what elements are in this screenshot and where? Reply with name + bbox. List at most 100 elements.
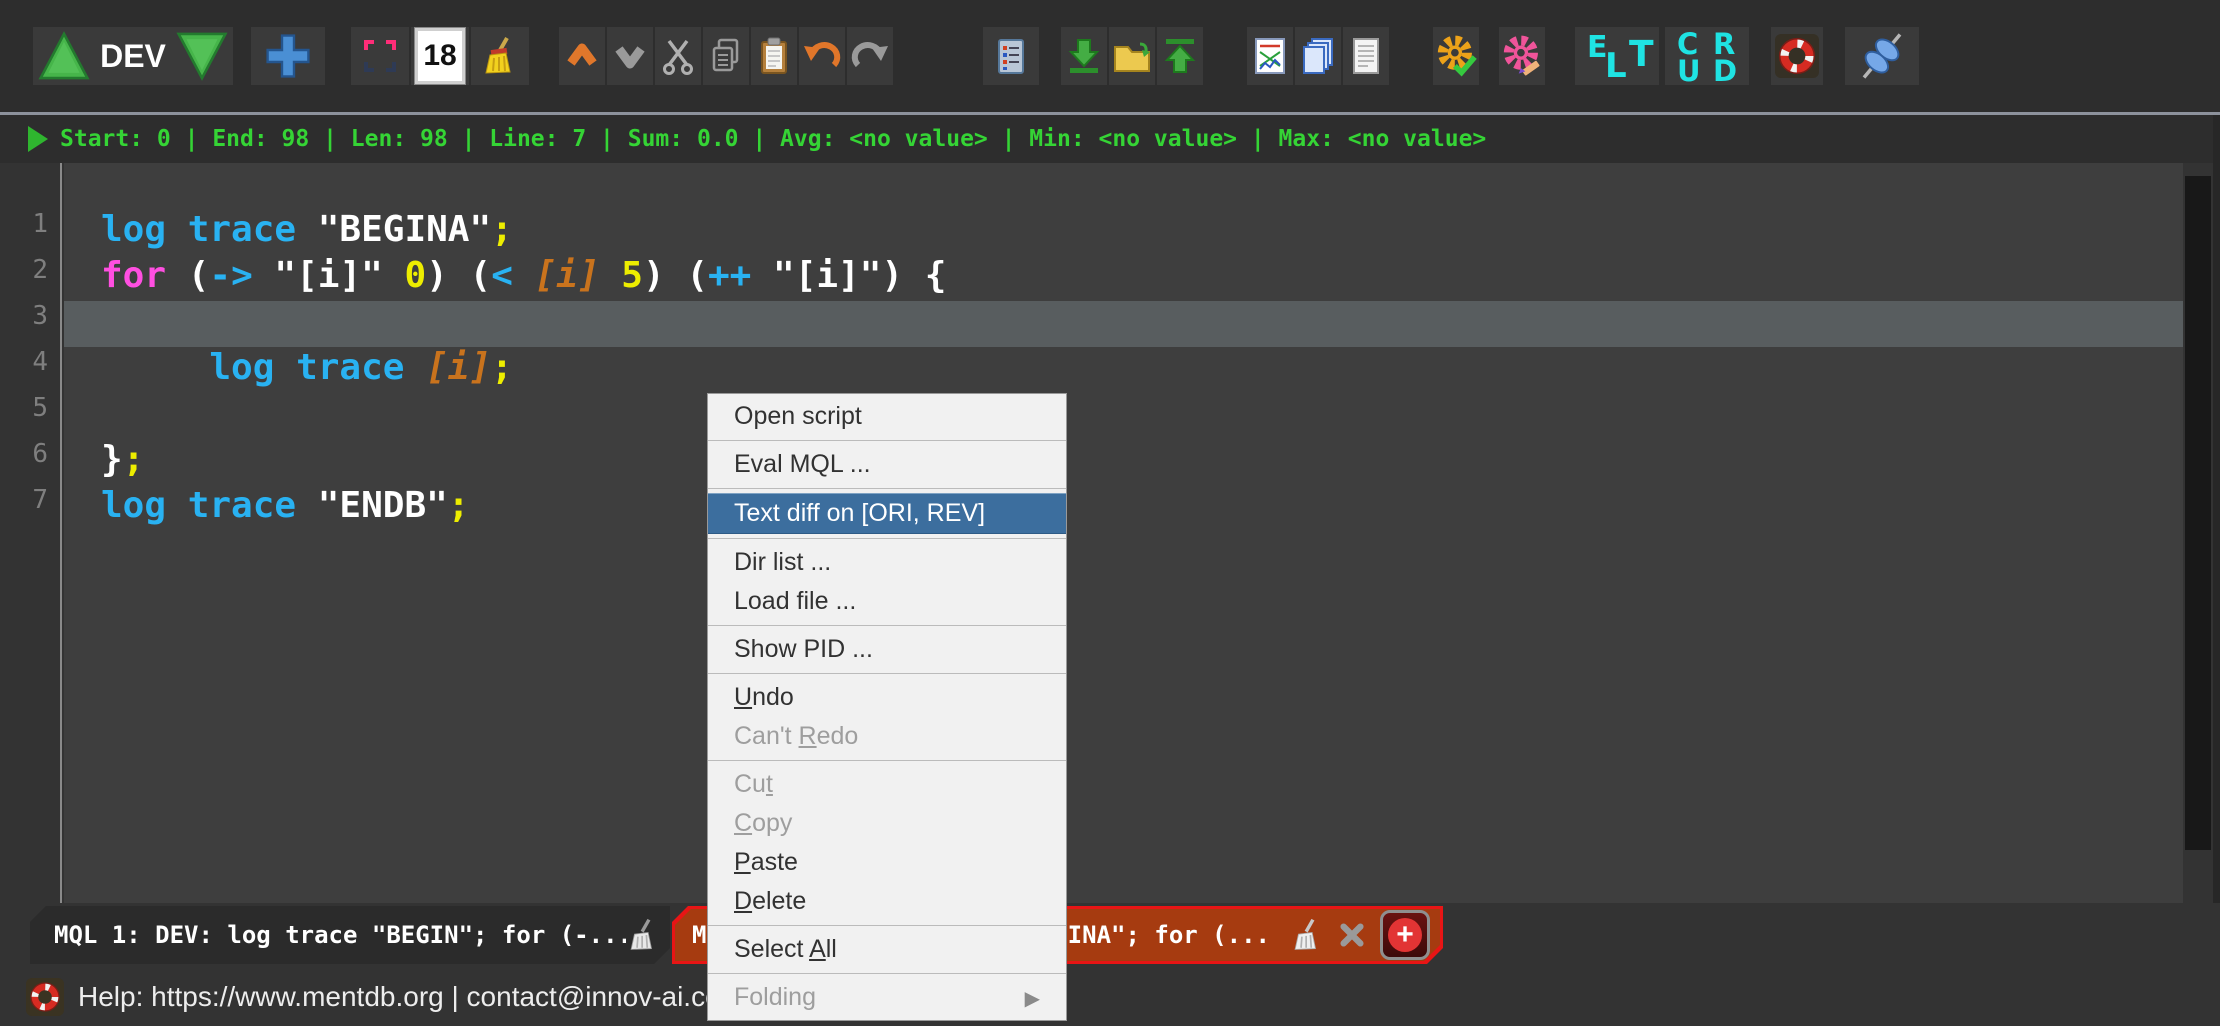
code-line[interactable]: log trace "BEGINA"; [64, 209, 2183, 255]
menu-item-cut: Cut [734, 770, 773, 798]
task-list-button[interactable] [983, 27, 1039, 85]
close-icon[interactable] [1338, 921, 1366, 949]
run-env-group: DEV [33, 27, 233, 85]
environment-label: DEV [100, 37, 166, 74]
document-button[interactable] [1343, 27, 1389, 85]
undo-button[interactable] [799, 27, 845, 85]
crud-button[interactable]: C R U D [1665, 27, 1749, 88]
code-editor[interactable]: 1 2 3 4 5 6 7 log trace "BEGINA"; for (-> "[i]"… [0, 163, 2213, 903]
elt-letter-l: L [1605, 46, 1627, 86]
menu-item-dir-list[interactable]: Dir list ... [708, 543, 1066, 582]
broom-icon[interactable] [626, 918, 660, 952]
menu-separator [708, 538, 1066, 539]
code-line[interactable]: for (-> "[i]" 0) (< [i] 5) (++ "[i]") { [64, 255, 2183, 301]
line-number: 1 [32, 209, 48, 239]
code-line-current[interactable] [64, 301, 2183, 347]
clean-button[interactable] [471, 27, 529, 85]
blue-pages-icon [1298, 36, 1338, 76]
broom-icon [480, 36, 520, 76]
font-size-control[interactable]: 18 [411, 27, 469, 85]
line-number: 5 [32, 393, 48, 423]
code-line[interactable] [64, 393, 2183, 439]
open-folder-button[interactable] [1109, 27, 1155, 85]
menu-item-eval-mql[interactable]: Eval MQL ... [708, 445, 1066, 484]
mentdb-editor-window: DEV 18 E L T C R U D Start: 0 | End: 98 … [0, 0, 2220, 1026]
chevron-down-icon [610, 36, 650, 76]
export-button[interactable] [1157, 27, 1203, 85]
copy-icon [706, 36, 746, 76]
folder-icon [1112, 36, 1152, 76]
crud-letter-d: D [1713, 54, 1738, 88]
green-down-arrow-icon [1064, 36, 1104, 76]
nav-down-button[interactable] [607, 27, 653, 85]
elt-letter-t: T [1629, 34, 1654, 75]
elt-button[interactable]: E L T [1575, 27, 1659, 85]
code-line[interactable]: log trace [i]; [64, 347, 2183, 393]
plus-icon [264, 32, 312, 80]
help-text: Help: https://www.mentdb.org | contact@i… [78, 980, 744, 1012]
menu-item-text-diff-on-ori-rev[interactable]: Text diff on [ORI, REV] [708, 493, 1066, 534]
line-number-gutter: 1 2 3 4 5 6 7 [0, 163, 62, 903]
help-button[interactable] [1771, 27, 1823, 85]
lifebuoy-icon [26, 977, 64, 1016]
toolbar: DEV 18 E L T C R U D [0, 0, 2220, 112]
menu-separator [708, 973, 1066, 974]
chevron-up-icon [562, 36, 602, 76]
import-button[interactable] [1061, 27, 1107, 85]
chart-button[interactable] [1247, 27, 1293, 85]
run-down-button[interactable] [176, 30, 228, 82]
crud-letter-u: U [1677, 54, 1701, 88]
pages-button[interactable] [1295, 27, 1341, 85]
nav-up-button[interactable] [559, 27, 605, 85]
add-tab-button[interactable]: + [1380, 910, 1430, 960]
code-line[interactable]: log trace "ENDB"; [64, 485, 2183, 531]
menu-item-copy: Copy [734, 809, 793, 837]
menu-item-open-script[interactable]: Open script [708, 397, 1066, 436]
font-size-value[interactable]: 18 [414, 27, 466, 85]
line-number: 4 [32, 347, 48, 377]
new-editor-button[interactable] [251, 27, 325, 85]
menu-item-load-file[interactable]: Load file ... [708, 582, 1066, 621]
copy-button[interactable] [703, 27, 749, 85]
chart-page-icon [1250, 36, 1290, 76]
run-up-button[interactable] [38, 30, 90, 82]
help-bar: Help: https://www.mentdb.org | contact@i… [0, 967, 2220, 1026]
menu-separator [708, 488, 1066, 489]
connector-button[interactable] [1845, 27, 1919, 85]
code-area[interactable]: log trace "BEGINA"; for (-> "[i]" 0) (< [… [64, 163, 2183, 903]
scissors-icon [658, 36, 698, 76]
redo-button[interactable] [847, 27, 893, 85]
cut-button[interactable] [655, 27, 701, 85]
broom-icon[interactable] [1290, 918, 1324, 952]
menu-item-paste[interactable]: Paste [708, 843, 1066, 882]
submenu-arrow-icon: ▶ [1024, 985, 1040, 1010]
menu-item-delete[interactable]: Delete [708, 882, 1066, 921]
line-number: 2 [32, 255, 48, 285]
green-up-arrow-icon [1160, 36, 1200, 76]
tab-label: MQL 1: DEV: log trace "BEGIN"; for (-... [54, 921, 626, 949]
settings-edit-button[interactable] [1499, 27, 1545, 85]
editor-tabs-row: MQL 1: DEV: log trace "BEGIN"; for (-...… [0, 903, 2220, 967]
menu-separator [708, 673, 1066, 674]
plus-icon: + [1388, 918, 1422, 952]
lifebuoy-icon [1775, 34, 1819, 78]
settings-validate-button[interactable] [1433, 27, 1479, 85]
statusbar-text: Start: 0 | End: 98 | Len: 98 | Line: 7 |… [60, 126, 1487, 152]
context-menu: Open script Eval MQL ... Text diff on [ORI… [707, 393, 1067, 1021]
line-number: 3 [32, 301, 48, 331]
play-icon[interactable] [28, 126, 48, 152]
menu-item-can-t-redo: Can't Redo [734, 722, 859, 750]
paste-button[interactable] [751, 27, 797, 85]
menu-item-undo[interactable]: Undo [708, 678, 1066, 717]
tab-mql-1[interactable]: MQL 1: DEV: log trace "BEGIN"; for (-... [30, 906, 670, 964]
menu-item-select-all[interactable]: Select All [708, 930, 1066, 969]
menu-item-folding: Folding ▶ [734, 983, 1040, 1011]
selection-frame-button[interactable] [351, 27, 409, 85]
code-line[interactable]: }; [64, 439, 2183, 485]
menu-item-show-pid[interactable]: Show PID ... [708, 630, 1066, 669]
scrollbar-thumb[interactable] [2185, 176, 2211, 850]
gear-check-icon [1434, 34, 1478, 78]
vertical-scrollbar[interactable] [2183, 163, 2213, 903]
menu-separator [708, 760, 1066, 761]
gear-edit-icon [1500, 34, 1544, 78]
